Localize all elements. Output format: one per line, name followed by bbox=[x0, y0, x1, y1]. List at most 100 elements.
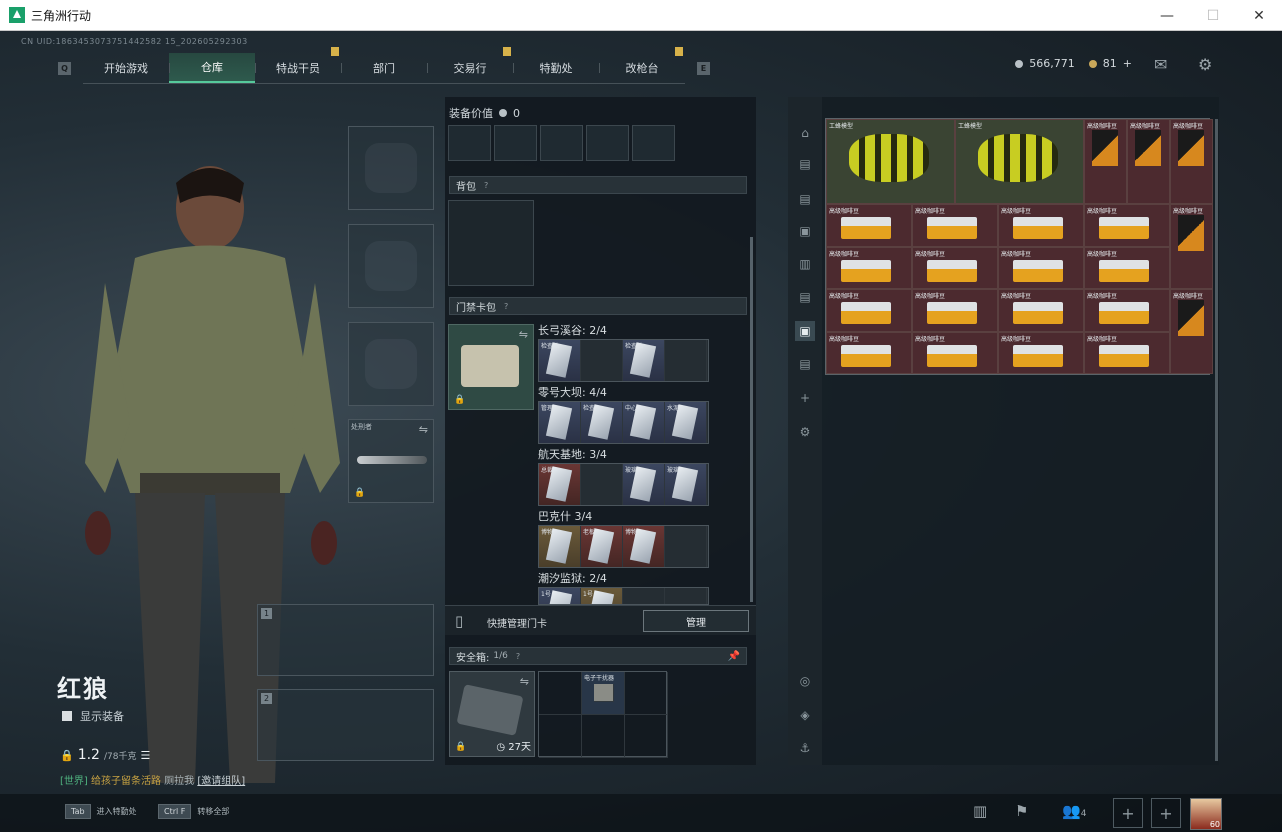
tab-special-service[interactable]: 特勤处 bbox=[513, 53, 599, 83]
tab-operators[interactable]: 特战干员 bbox=[255, 46, 341, 83]
add-stash-icon[interactable]: + bbox=[795, 388, 815, 408]
primary-weapon-slot[interactable]: 1 bbox=[257, 604, 434, 676]
special-service-shortcut[interactable]: Tab 进入特勤处 bbox=[65, 804, 137, 819]
secondary-weapon-slot[interactable]: 2 bbox=[257, 689, 434, 761]
keycard-slot[interactable]: 检查 bbox=[581, 402, 623, 443]
stash-tab-icon[interactable]: ▣ bbox=[795, 221, 815, 241]
show-equipment-toggle[interactable]: 显示装备 bbox=[62, 708, 124, 724]
chat-line[interactable]: [世界] 给孩子留条活路 厕拉我 [邀请组队] bbox=[60, 772, 245, 787]
keycard-slot[interactable]: 博物 bbox=[623, 526, 665, 567]
chest-rig-slot[interactable] bbox=[586, 125, 629, 161]
stash-tab-icon[interactable]: ▤ bbox=[795, 354, 815, 374]
keycard-slot[interactable]: 总裁 bbox=[539, 464, 581, 505]
help-icon[interactable]: ? bbox=[516, 652, 520, 661]
stash-tab-icon[interactable]: ▤ bbox=[795, 189, 815, 209]
stash-settings-icon[interactable]: ⚙ bbox=[795, 422, 815, 442]
stash-tab-icon[interactable]: ▤ bbox=[795, 154, 815, 174]
swap-icon[interactable]: ⇋ bbox=[519, 328, 528, 341]
stash-item-coffee[interactable]: 高级咖啡豆 bbox=[1170, 204, 1213, 289]
sort-icon[interactable]: ◎ bbox=[795, 671, 815, 691]
tab-start-game[interactable]: 开始游戏 bbox=[83, 53, 169, 83]
keycard-slot[interactable]: 玻璃 bbox=[623, 464, 665, 505]
pin-icon[interactable]: 📌 bbox=[728, 651, 740, 662]
list-icon[interactable]: ☰ bbox=[140, 749, 150, 762]
safe-cell[interactable]: 电子干扰器 bbox=[582, 672, 625, 715]
stash-item-crate[interactable]: 高级咖啡豆 bbox=[912, 204, 998, 247]
safe-cell[interactable] bbox=[539, 672, 582, 715]
keycard-slot[interactable]: 检查站 bbox=[623, 340, 665, 381]
layers-icon[interactable]: ◈ bbox=[795, 705, 815, 725]
stats-icon[interactable]: ▥ bbox=[973, 802, 987, 820]
flag-icon[interactable]: ⚑ bbox=[1015, 802, 1028, 820]
safe-cell[interactable] bbox=[582, 715, 625, 758]
tab-department[interactable]: 部门 bbox=[341, 53, 427, 83]
tab-warehouse[interactable]: 仓库 bbox=[169, 52, 255, 83]
stash-tab-icon[interactable]: ⌂ bbox=[795, 123, 815, 143]
keycard-slot[interactable]: 中心 bbox=[623, 402, 665, 443]
keycard-slot[interactable] bbox=[623, 588, 665, 604]
stash-item-crate[interactable]: 高级咖啡豆 bbox=[998, 331, 1084, 374]
stash-item-crate[interactable]: 高级咖啡豆 bbox=[912, 289, 998, 332]
close-button[interactable]: ✕ bbox=[1236, 0, 1282, 31]
stash-item-coffee[interactable]: 高级咖啡豆 bbox=[1170, 289, 1213, 374]
manage-button[interactable]: 管理 bbox=[643, 610, 749, 632]
stash-item-crate[interactable]: 高级咖啡豆 bbox=[826, 289, 912, 332]
nav-next-key[interactable]: E bbox=[697, 61, 710, 75]
keycard-slot[interactable] bbox=[665, 340, 707, 381]
invite-slot-button[interactable]: + bbox=[1113, 798, 1143, 828]
settings-gear-icon[interactable]: ⚙ bbox=[1198, 55, 1212, 74]
minimize-button[interactable]: — bbox=[1144, 0, 1190, 31]
keycard-slot[interactable]: 博物 bbox=[539, 526, 581, 567]
safe-cell[interactable] bbox=[625, 672, 668, 715]
stash-item-crate[interactable]: 高级咖啡豆 bbox=[998, 246, 1084, 289]
keycard-slot[interactable]: 玻璃 bbox=[665, 464, 707, 505]
keycard-slot[interactable]: 管理 bbox=[539, 402, 581, 443]
melee-slot[interactable]: 处刑者 ⇋ 🔒 bbox=[348, 419, 434, 503]
nav-prev-key[interactable]: Q bbox=[58, 61, 71, 75]
stash-item-crate[interactable]: 高级咖啡豆 bbox=[1084, 331, 1170, 374]
keycard-slot[interactable]: 1号 bbox=[581, 588, 623, 604]
stash-item-crate[interactable]: 高级咖啡豆 bbox=[912, 331, 998, 374]
keycard-slot[interactable]: 老板 bbox=[581, 526, 623, 567]
maximize-button[interactable]: ☐ bbox=[1190, 0, 1236, 31]
chest-rig-slot[interactable] bbox=[448, 125, 491, 161]
armor-slot[interactable] bbox=[348, 224, 434, 308]
tab-trading[interactable]: 交易行 bbox=[427, 46, 513, 83]
add-currency-button[interactable]: + bbox=[1123, 57, 1132, 70]
stash-item-crate[interactable]: 高级咖啡豆 bbox=[1084, 246, 1170, 289]
chest-rig-slot[interactable] bbox=[540, 125, 583, 161]
keycard-slot[interactable] bbox=[581, 464, 623, 505]
keycard-holder-slot[interactable]: ⇋ 🔒 bbox=[448, 324, 534, 410]
player-avatar[interactable]: 60 bbox=[1190, 798, 1222, 830]
keycard-slot[interactable] bbox=[665, 526, 707, 567]
safe-box-slot[interactable]: ⇋ 🔒 ◷ 27天 bbox=[449, 671, 535, 757]
backpack-slot[interactable] bbox=[448, 200, 534, 286]
safe-cell[interactable] bbox=[625, 715, 668, 758]
chest-rig-slot[interactable] bbox=[632, 125, 675, 161]
keycard-slot[interactable] bbox=[665, 588, 707, 604]
stash-tab-icon[interactable]: ▥ bbox=[795, 254, 815, 274]
invite-team-link[interactable]: [邀请组队] bbox=[197, 776, 245, 787]
stash-item-crate[interactable]: 高级咖啡豆 bbox=[998, 289, 1084, 332]
stash-item-crate[interactable]: 高级咖啡豆 bbox=[826, 204, 912, 247]
pistol-slot[interactable] bbox=[348, 322, 434, 406]
stash-scrollbar[interactable] bbox=[1215, 119, 1218, 761]
friends-icon[interactable]: 👥4 bbox=[1062, 802, 1086, 820]
stash-item-bee[interactable]: 工蜂模型 bbox=[955, 119, 1084, 204]
mail-icon[interactable]: ✉ bbox=[1154, 55, 1167, 74]
stash-tab-icon[interactable]: ▤ bbox=[795, 287, 815, 307]
transfer-all-shortcut[interactable]: Ctrl F 转移全部 bbox=[158, 804, 229, 819]
keycard-slot[interactable]: 水泥 bbox=[665, 402, 707, 443]
keycard-slot[interactable]: 检查站 bbox=[539, 340, 581, 381]
swap-icon[interactable]: ⇋ bbox=[520, 675, 529, 688]
safe-cell[interactable] bbox=[539, 715, 582, 758]
help-icon[interactable]: ? bbox=[504, 302, 508, 311]
keycard-slot[interactable]: 1号 bbox=[539, 588, 581, 604]
stash-item-crate[interactable]: 高级咖啡豆 bbox=[1084, 204, 1170, 247]
stash-tab-icon-active[interactable]: ▣ bbox=[795, 321, 815, 341]
stash-item-crate[interactable]: 高级咖啡豆 bbox=[998, 204, 1084, 247]
stash-item-crate[interactable]: 高级咖啡豆 bbox=[826, 331, 912, 374]
tab-gunsmith[interactable]: 改枪台 bbox=[599, 46, 685, 83]
stash-item-crate[interactable]: 高级咖啡豆 bbox=[912, 246, 998, 289]
stash-item-crate[interactable]: 高级咖啡豆 bbox=[1084, 289, 1170, 332]
